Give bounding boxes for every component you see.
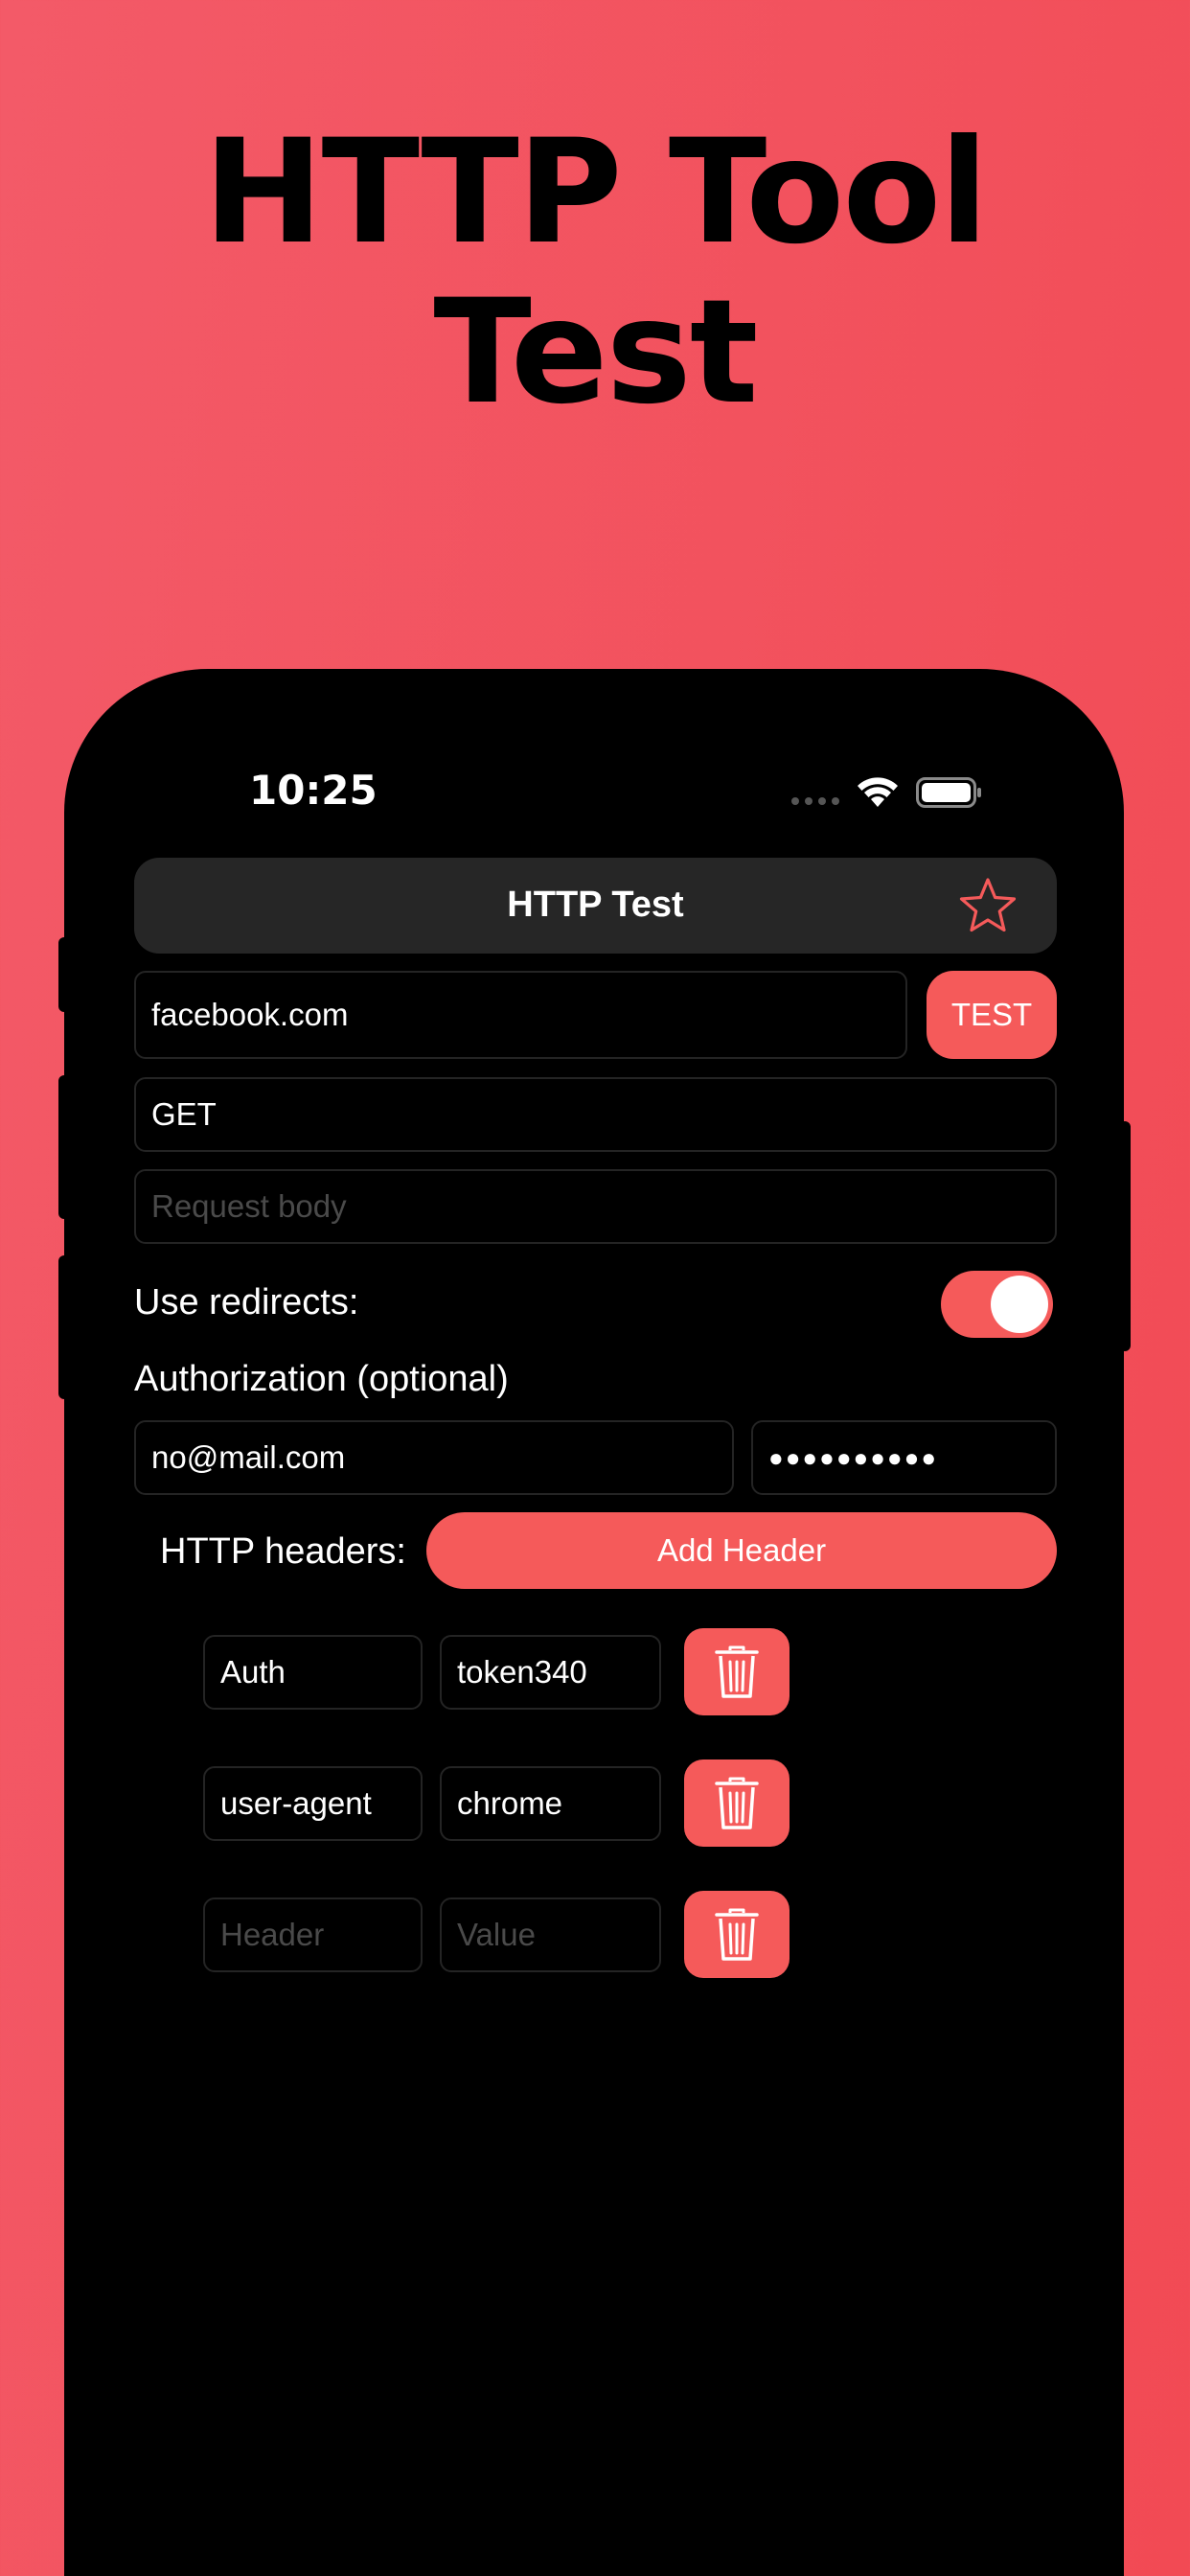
cellular-signal-icon <box>791 797 839 805</box>
promo-title: HTTP Tool Test <box>0 113 1190 433</box>
header-value-input[interactable]: chrome <box>440 1766 661 1841</box>
header-value-value: token340 <box>457 1654 587 1690</box>
url-input-value: facebook.com <box>151 997 349 1032</box>
test-button[interactable]: TEST <box>927 971 1057 1059</box>
use-redirects-label: Use redirects: <box>134 1282 359 1322</box>
header-value-placeholder: Value <box>457 1917 536 1952</box>
use-redirects-toggle[interactable] <box>941 1271 1053 1338</box>
header-value-input[interactable]: token340 <box>440 1635 661 1710</box>
auth-username-input[interactable]: no@mail.com <box>134 1420 734 1495</box>
auth-password-value: ●●●●●●●●●● <box>768 1442 939 1472</box>
url-input[interactable]: facebook.com <box>134 971 907 1059</box>
trash-icon <box>715 1645 759 1698</box>
header-name-input[interactable]: user-agent <box>203 1766 423 1841</box>
promo-title-line-2: Test <box>433 269 758 436</box>
authorization-label: Authorization (optional) <box>134 1359 509 1399</box>
add-header-button[interactable]: Add Header <box>426 1512 1057 1589</box>
nav-title: HTTP Test <box>507 885 684 925</box>
header-value-value: chrome <box>457 1785 563 1821</box>
trash-icon <box>715 1908 759 1961</box>
method-input[interactable]: GET <box>134 1077 1057 1152</box>
add-header-label: Add Header <box>656 1532 827 1568</box>
battery-icon <box>916 777 981 808</box>
header-name-value: user-agent <box>220 1785 372 1821</box>
status-time: 10:25 <box>249 767 378 814</box>
delete-header-button[interactable] <box>684 1760 790 1847</box>
method-input-value: GET <box>151 1096 217 1132</box>
http-headers-label: HTTP headers: <box>160 1531 406 1572</box>
header-name-input[interactable]: Header <box>203 1898 423 1972</box>
promo-title-line-1: HTTP Tool <box>203 109 989 276</box>
header-name-value: Auth <box>220 1654 286 1690</box>
test-button-label: TEST <box>950 997 1033 1032</box>
request-body-input[interactable]: Request body <box>134 1169 1057 1244</box>
delete-header-button[interactable] <box>684 1628 790 1715</box>
auth-password-input[interactable]: ●●●●●●●●●● <box>751 1420 1057 1495</box>
auth-username-value: no@mail.com <box>151 1439 346 1475</box>
wifi-icon <box>858 777 898 807</box>
request-body-placeholder: Request body <box>151 1188 347 1224</box>
header-name-placeholder: Header <box>220 1917 325 1952</box>
delete-header-button[interactable] <box>684 1891 790 1978</box>
phone-frame <box>64 669 1124 2576</box>
trash-icon <box>715 1777 759 1829</box>
toggle-knob <box>991 1276 1048 1333</box>
star-icon[interactable] <box>957 875 1018 936</box>
header-value-input[interactable]: Value <box>440 1898 661 1972</box>
header-name-input[interactable]: Auth <box>203 1635 423 1710</box>
nav-bar: HTTP Test <box>134 858 1057 954</box>
